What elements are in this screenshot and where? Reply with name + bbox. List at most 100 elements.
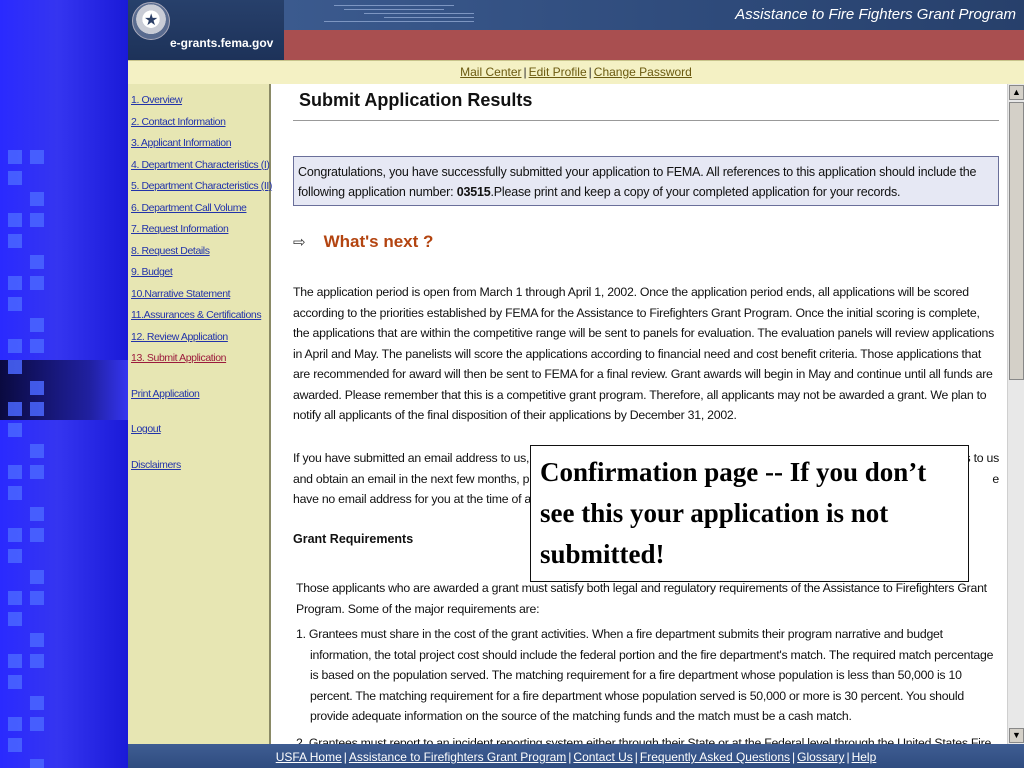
email-line-2-start: and obtain an email in the next few mont… bbox=[293, 471, 532, 486]
print-application-link[interactable]: Print Application bbox=[131, 384, 269, 406]
sidebar-item-submit-application[interactable]: 13. Submit Application bbox=[131, 348, 269, 370]
application-period-paragraph: The application period is open from Marc… bbox=[293, 285, 994, 422]
scroll-down-icon[interactable]: ▼ bbox=[1009, 728, 1024, 743]
browser-page: e-grants.fema.gov Assistance to Fire Fig… bbox=[128, 0, 1024, 768]
arrow-right-icon: ⇨ bbox=[293, 234, 306, 251]
title-bar: Assistance to Fire Fighters Grant Progra… bbox=[284, 0, 1024, 30]
decorative-square bbox=[30, 192, 44, 206]
decorative-square bbox=[8, 402, 22, 416]
faq-link[interactable]: Frequently Asked Questions bbox=[640, 750, 790, 764]
program-title: Assistance to Fire Fighters Grant Progra… bbox=[735, 6, 1016, 23]
grant-intro-paragraph: Those applicants who are awarded a grant… bbox=[296, 581, 987, 616]
decorative-square bbox=[30, 150, 44, 164]
decorative-square bbox=[30, 255, 44, 269]
decorative-square bbox=[30, 465, 44, 479]
decorative-square bbox=[30, 570, 44, 584]
email-line-3-start: have no email address for you at the tim… bbox=[293, 492, 540, 506]
vertical-scrollbar[interactable]: ▲ ▼ bbox=[1007, 84, 1024, 744]
decorative-square bbox=[8, 591, 22, 605]
sidebar-item-department-call-volume[interactable]: 6. Department Call Volume bbox=[131, 198, 269, 220]
decorative-square bbox=[30, 507, 44, 521]
decorative-square bbox=[8, 465, 22, 479]
decorative-lines bbox=[284, 0, 484, 30]
divider bbox=[293, 120, 999, 121]
disclaimers-link[interactable]: Disclaimers bbox=[131, 455, 269, 477]
decorative-square bbox=[8, 486, 22, 500]
decorative-square bbox=[30, 402, 44, 416]
header-red-bar bbox=[284, 30, 1024, 60]
decorative-square bbox=[30, 633, 44, 647]
decorative-square bbox=[8, 360, 22, 374]
decorative-square bbox=[8, 297, 22, 311]
application-number: 03515 bbox=[456, 185, 491, 199]
site-footer: USFA Home | Assistance to Firefighters Gra… bbox=[128, 744, 1024, 768]
list-item: 2. Grantees must report to an incident r… bbox=[296, 735, 992, 745]
decorative-square bbox=[8, 612, 22, 626]
sidebar-item-review-application[interactable]: 12. Review Application bbox=[131, 327, 269, 349]
decorative-square bbox=[8, 717, 22, 731]
logo-area[interactable]: e-grants.fema.gov bbox=[128, 0, 284, 60]
contact-us-link[interactable]: Contact Us bbox=[573, 750, 632, 764]
confirmation-text-end: .Please print and keep a copy of your co… bbox=[490, 185, 901, 199]
separator: | bbox=[846, 750, 850, 764]
sidebar-item-narrative-statement[interactable]: 10.Narrative Statement bbox=[131, 284, 269, 306]
decorative-square bbox=[30, 213, 44, 227]
change-password-link[interactable]: Change Password bbox=[594, 65, 692, 79]
decorative-square bbox=[30, 276, 44, 290]
usfa-home-link[interactable]: USFA Home bbox=[276, 750, 342, 764]
sidebar-item-applicant-information[interactable]: 3. Applicant Information bbox=[131, 133, 269, 155]
requirements-list: 1. Grantees must share in the cost of th… bbox=[296, 624, 999, 744]
sidebar-item-contact-information[interactable]: 2. Contact Information bbox=[131, 112, 269, 134]
decorative-square bbox=[30, 444, 44, 458]
grant-program-link[interactable]: Assistance to Firefighters Grant Program bbox=[349, 750, 566, 764]
separator: | bbox=[523, 65, 527, 79]
confirmation-message: Congratulations, you have successfully s… bbox=[293, 156, 999, 206]
decorative-square bbox=[8, 738, 22, 752]
decorative-square bbox=[8, 675, 22, 689]
sidebar-item-assurances-certifications[interactable]: 11.Assurances & Certifications bbox=[131, 305, 269, 327]
sidebar-item-department-characteristics-1[interactable]: 4. Department Characteristics (I) bbox=[131, 155, 270, 177]
whats-next-heading: ⇨ What's next ? bbox=[293, 232, 433, 252]
decorative-square bbox=[30, 654, 44, 668]
decorative-square bbox=[30, 759, 44, 768]
separator: | bbox=[343, 750, 347, 764]
whats-next-label: What's next ? bbox=[323, 232, 434, 251]
glossary-link[interactable]: Glossary bbox=[797, 750, 844, 764]
decorative-square bbox=[30, 591, 44, 605]
help-link[interactable]: Help bbox=[852, 750, 877, 764]
email-line-1-start: If you have submitted an email address t… bbox=[293, 451, 539, 465]
slide-background bbox=[0, 0, 128, 768]
decorative-square bbox=[8, 549, 22, 563]
edit-profile-link[interactable]: Edit Profile bbox=[529, 65, 587, 79]
main-content: Submit Application Results Congratulatio… bbox=[273, 84, 1007, 744]
decorative-square bbox=[8, 423, 22, 437]
site-name: e-grants.fema.gov bbox=[170, 36, 274, 50]
decorative-square bbox=[8, 171, 22, 185]
decorative-square bbox=[8, 213, 22, 227]
decorative-square bbox=[30, 528, 44, 542]
decorative-square bbox=[8, 150, 22, 164]
grant-requirements-heading: Grant Requirements bbox=[293, 532, 414, 546]
decorative-square bbox=[30, 318, 44, 332]
sidebar-item-request-information[interactable]: 7. Request Information bbox=[131, 219, 269, 241]
mail-center-link[interactable]: Mail Center bbox=[460, 65, 521, 79]
separator: | bbox=[634, 750, 638, 764]
sidebar-item-budget[interactable]: 9. Budget bbox=[131, 262, 269, 284]
email-line-2-end: e bbox=[992, 471, 999, 486]
decorative-square bbox=[30, 339, 44, 353]
page-title: Submit Application Results bbox=[299, 90, 533, 110]
email-line-1-end: s to us bbox=[964, 451, 999, 465]
decorative-square bbox=[30, 717, 44, 731]
sidebar-item-department-characteristics-2[interactable]: 5. Department Characteristics (II) bbox=[131, 176, 272, 198]
decorative-square bbox=[8, 654, 22, 668]
decorative-square bbox=[8, 234, 22, 248]
sidebar-item-overview[interactable]: 1. Overview bbox=[131, 90, 269, 112]
scroll-up-icon[interactable]: ▲ bbox=[1009, 85, 1024, 100]
sidebar-nav: 1. Overview 2. Contact Information 3. Ap… bbox=[128, 84, 272, 744]
logout-link[interactable]: Logout bbox=[131, 419, 269, 441]
scrollbar-thumb[interactable] bbox=[1009, 102, 1024, 380]
sidebar-item-request-details[interactable]: 8. Request Details bbox=[131, 241, 269, 263]
